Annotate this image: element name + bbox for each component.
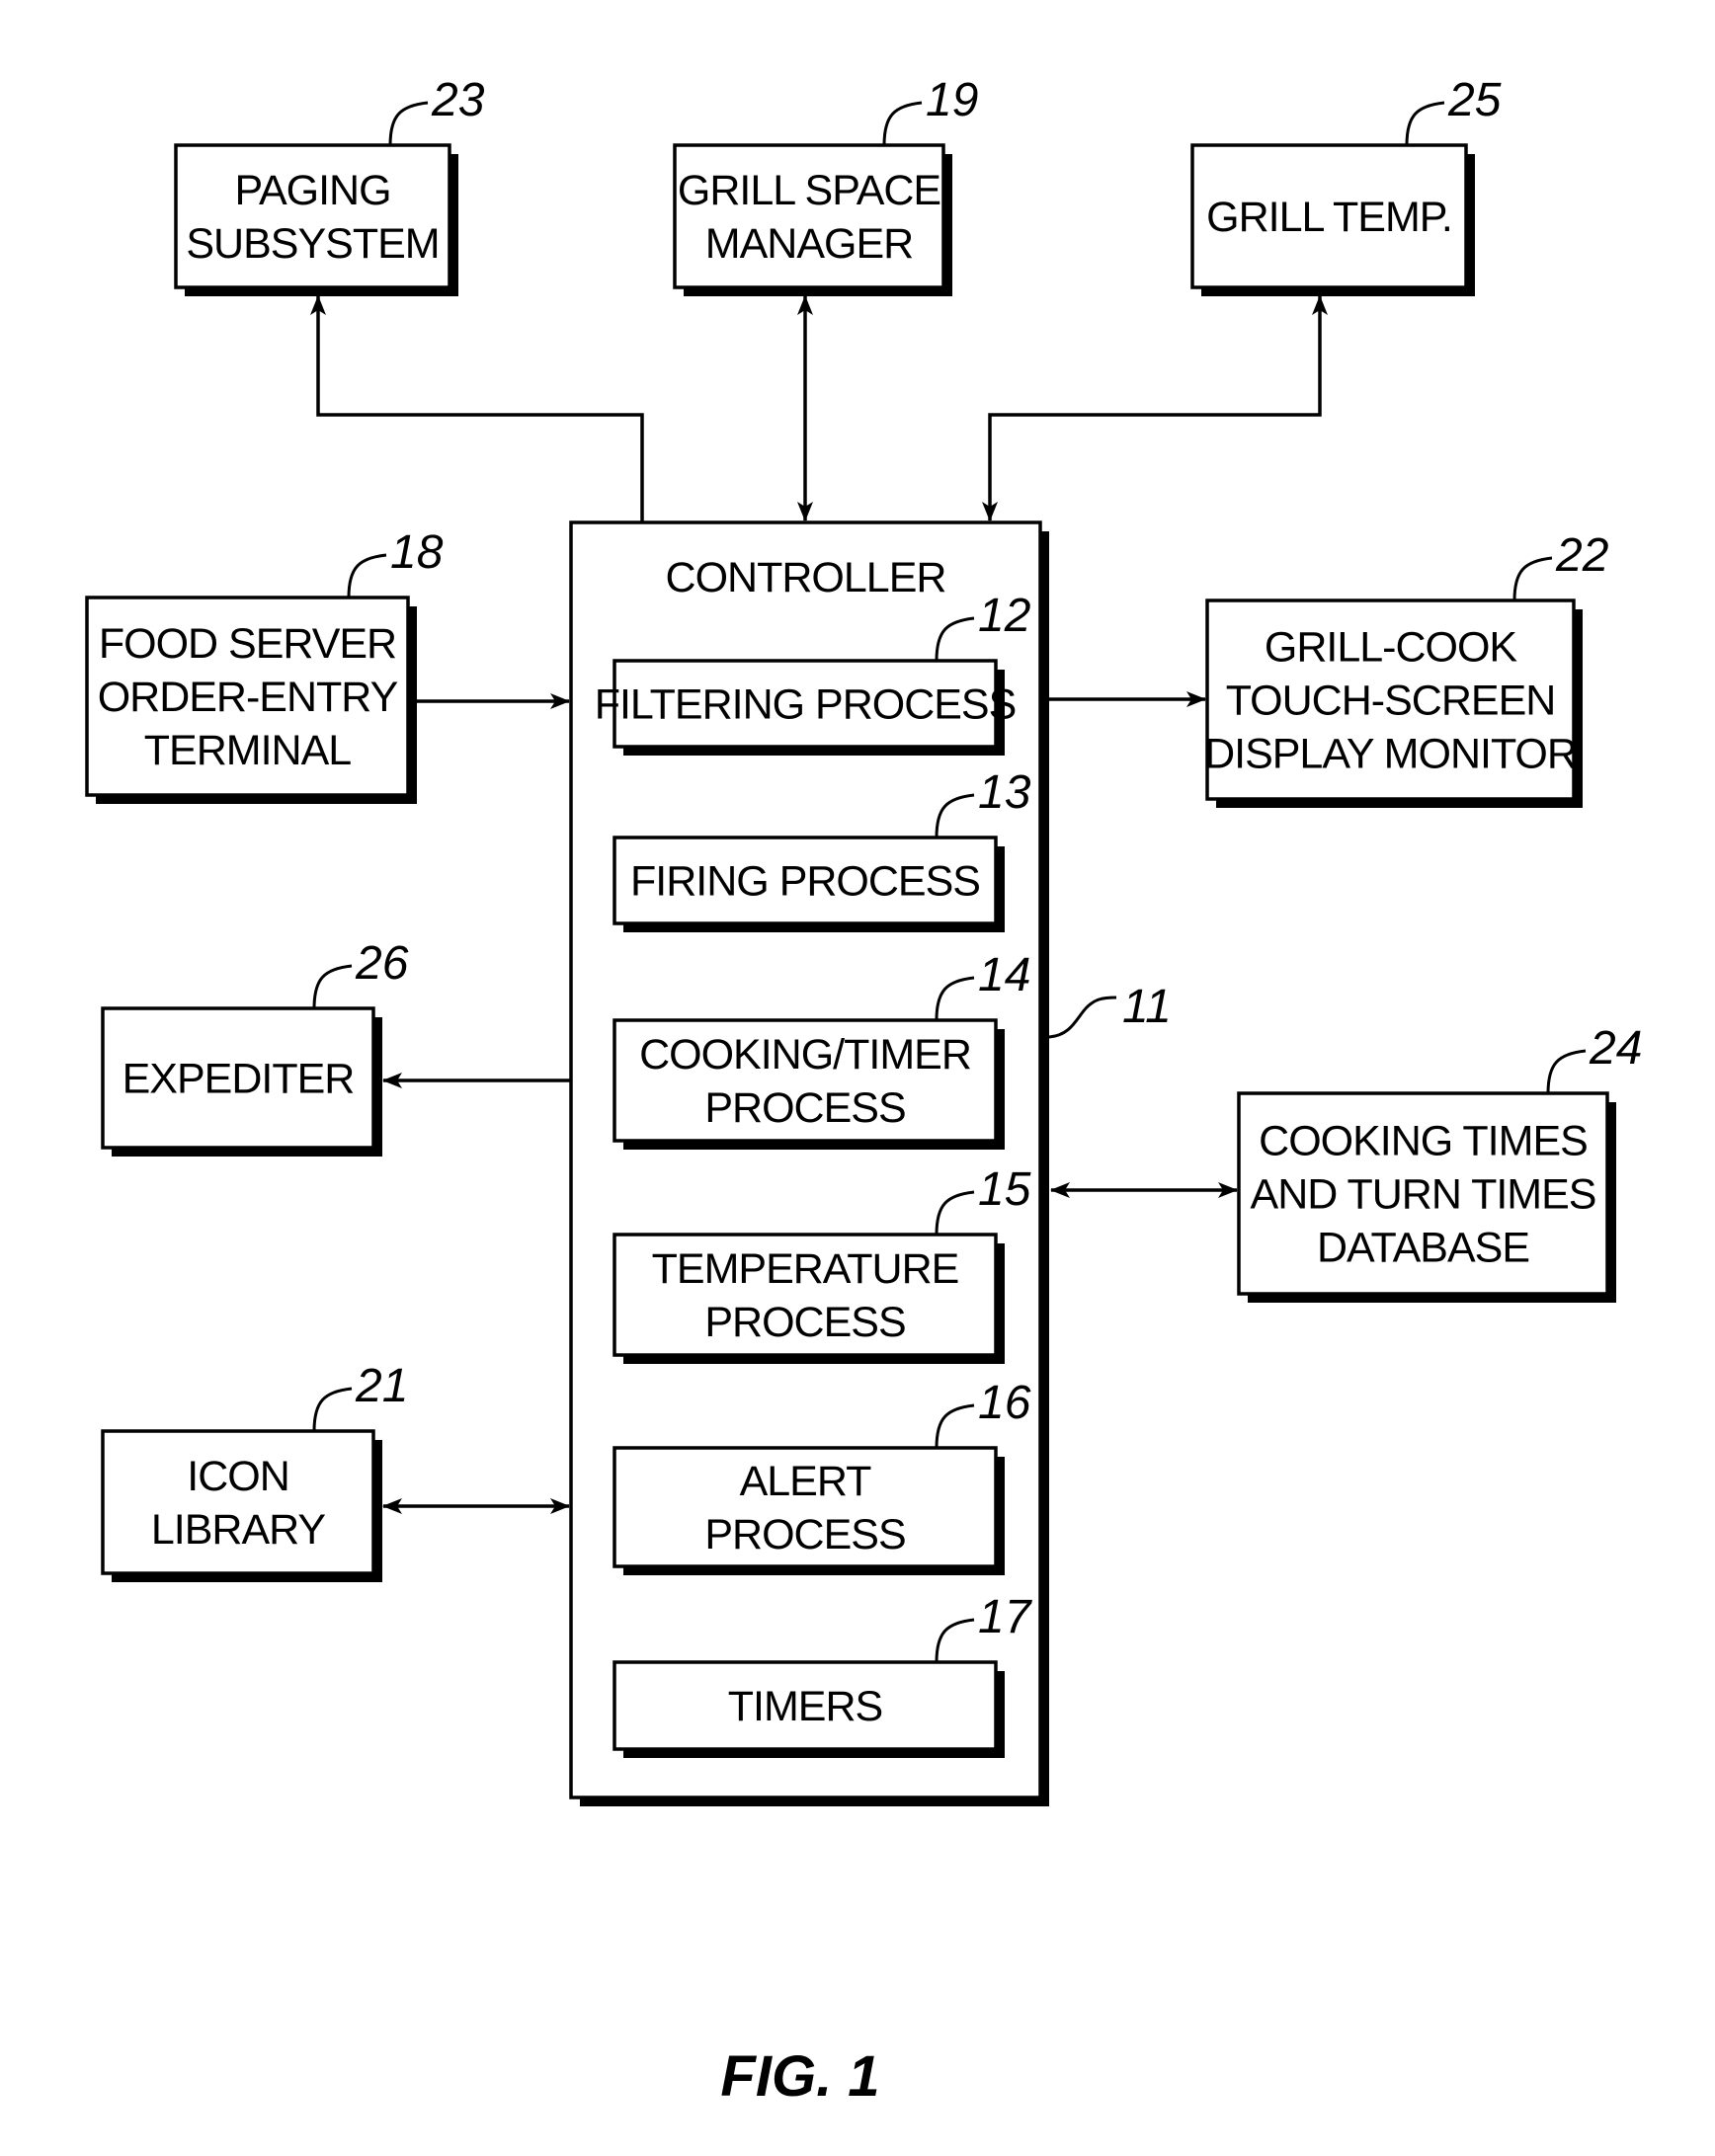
expediter-block: EXPEDITER 26 [101,937,409,1157]
blocks: CONTROLLER 11 FILTERING PROCESS 12 FIRING PR… [85,74,1642,1806]
cooking-times-database-ref-number: 24 [1589,1022,1642,1075]
food-server-terminal-ref-number: 18 [390,526,444,579]
cooking-times-database-label-line: COOKING TIMES [1259,1118,1588,1165]
grill-space-manager-ref-leader [882,101,923,146]
paging-subsystem-label-line: PAGING [234,167,390,214]
food-server-terminal-label-line: FOOD SERVER [99,620,396,668]
grill-cook-display-ref-leader [1512,556,1553,601]
paging-subsystem-label-line: SUBSYSTEM [186,220,439,268]
cooking-times-database-label-line: AND TURN TIMES [1251,1171,1596,1219]
firing-process-label-line: FIRING PROCESS [630,858,980,906]
connector-controller-to-paging [310,295,644,522]
icon-library-label-line: LIBRARY [151,1506,326,1554]
controller-label-line: CONTROLLER [666,554,946,601]
cooking-times-database-ref-leader [1546,1049,1587,1094]
food-server-terminal-block: FOOD SERVER ORDER-ENTRY TERMINAL 18 [85,526,444,804]
expediter-ref-number: 26 [355,937,409,990]
food-server-terminal-ref-leader [347,553,387,599]
filtering-process-ref-number: 12 [978,590,1030,642]
paging-subsystem-block: PAGING SUBSYSTEM 23 [174,74,485,296]
paging-subsystem-ref-leader [388,101,429,146]
temperature-process-label-line: PROCESS [704,1299,905,1346]
expediter-label-line: EXPEDITER [122,1056,355,1103]
alert-process-label-line: ALERT [740,1458,872,1505]
cooking-times-database-block: COOKING TIMES AND TURN TIMES DATABASE 24 [1237,1022,1642,1303]
grill-space-manager-label-line: MANAGER [705,220,913,268]
grill-cook-display-block: GRILL-COOK TOUCH-SCREEN DISPLAY MONITOR 22 [1204,529,1608,808]
grill-temp-ref-leader [1405,101,1445,146]
connector-controller-grill-temp [982,295,1328,521]
paging-subsystem-ref-number: 23 [431,74,485,126]
temperature-process-label-line: TEMPERATURE [652,1245,959,1293]
timers-label-line: TIMERS [728,1683,882,1730]
food-server-terminal-label-line: TERMINAL [144,727,352,774]
grill-space-manager-block: GRILL SPACE MANAGER 19 [673,74,978,296]
cooking-timer-process-label-line: COOKING/TIMER [639,1031,971,1078]
icon-library-ref-number: 21 [355,1360,408,1412]
grill-temp-block: GRILL TEMP. 25 [1190,74,1502,296]
filtering-process-label-line: FILTERING PROCESS [595,681,1017,729]
grill-temp-ref-number: 25 [1447,74,1502,126]
food-server-terminal-label-line: ORDER-ENTRY [98,674,398,721]
grill-cook-display-label-line: TOUCH-SCREEN [1226,678,1556,725]
icon-library-block: ICON LIBRARY 21 [101,1360,408,1582]
timers-ref-number: 17 [978,1591,1033,1643]
grill-space-manager-label-line: GRILL SPACE [678,167,940,214]
cooking-times-database-label-line: DATABASE [1317,1225,1529,1272]
expediter-ref-leader [312,964,353,1009]
cooking-timer-process-ref-number: 14 [978,949,1030,1001]
controller-ref-leader [1048,996,1117,1039]
controller-ref-number: 11 [1122,981,1172,1033]
grill-cook-display-ref-number: 22 [1555,529,1608,582]
grill-cook-display-label-line: GRILL-COOK [1265,624,1518,672]
figure-caption: FIG. 1 [720,2044,879,2109]
firing-process-ref-number: 13 [978,766,1031,819]
icon-library-label-line: ICON [187,1453,289,1500]
grill-space-manager-ref-number: 19 [926,74,978,126]
cooking-timer-process-label-line: PROCESS [704,1084,905,1132]
block-diagram: CONTROLLER 11 FILTERING PROCESS 12 FIRING PR… [85,74,1642,2109]
alert-process-label-line: PROCESS [704,1511,905,1558]
icon-library-ref-leader [312,1387,353,1432]
grill-temp-label-line: GRILL TEMP. [1206,194,1452,241]
alert-process-ref-number: 16 [978,1377,1031,1429]
temperature-process-ref-number: 15 [978,1163,1031,1216]
grill-cook-display-label-line: DISPLAY MONITOR [1204,731,1577,778]
